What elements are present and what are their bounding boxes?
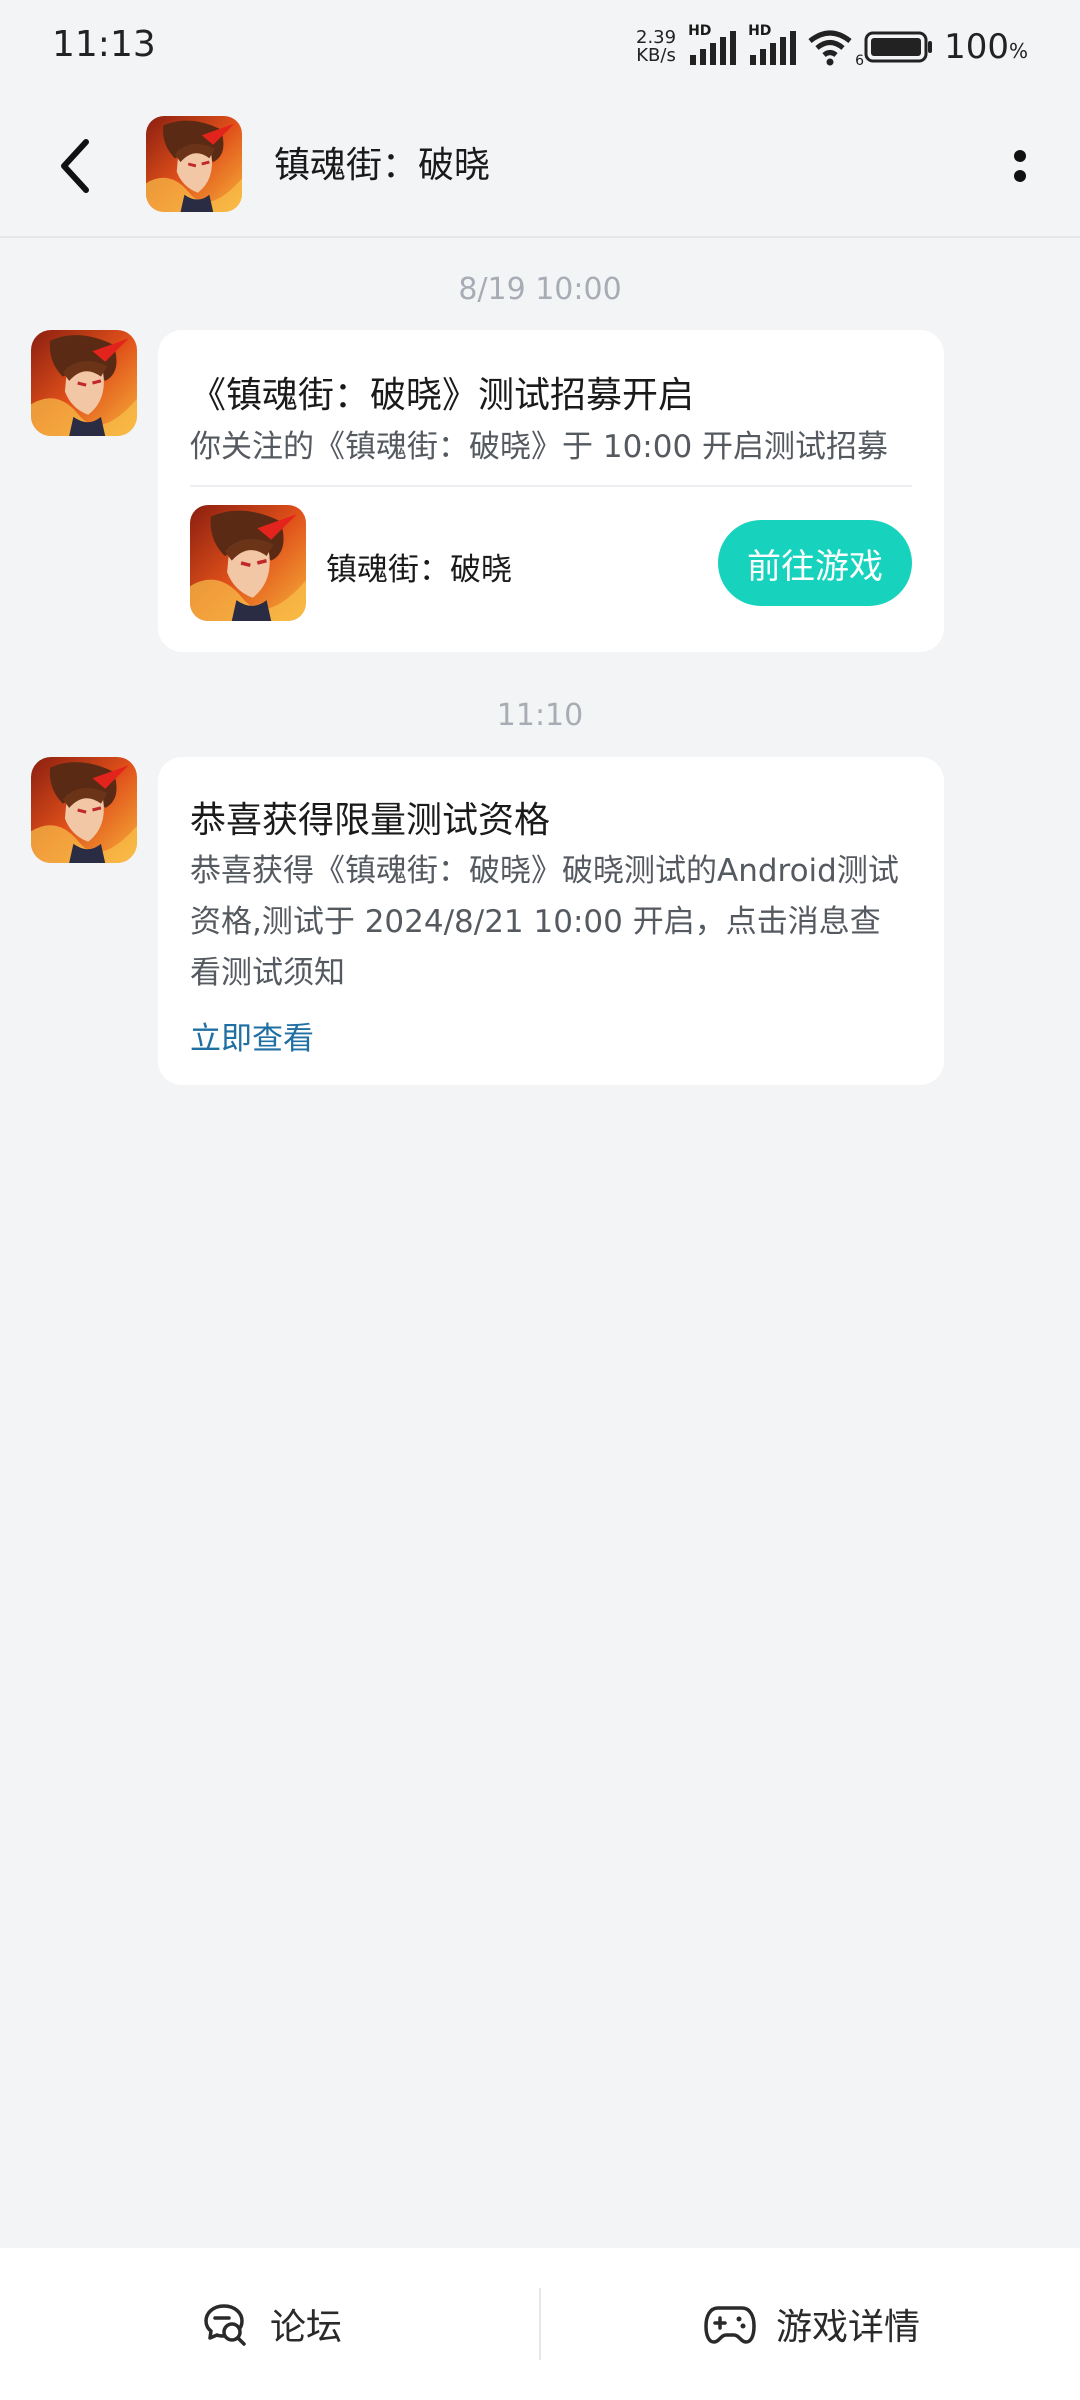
wifi-label: 6 — [855, 53, 865, 69]
header-game-avatar[interactable] — [146, 116, 242, 212]
signal-label-1: HD — [688, 23, 712, 39]
message-card[interactable]: 《镇魂街：破晓》测试招募开启 你关注的《镇魂街：破晓》于 10:00 开启测试招… — [158, 330, 944, 652]
bottom-divider — [539, 2288, 541, 2360]
battery-percent-unit: % — [1008, 39, 1028, 63]
battery-icon — [864, 29, 934, 65]
go-to-game-button[interactable]: 前往游戏 — [718, 520, 912, 606]
more-vertical-icon — [1014, 150, 1026, 162]
game-name: 镇魂街：破晓 — [326, 552, 512, 588]
message-timestamp: 8/19 10:00 — [458, 272, 622, 307]
network-speed: 2.39 KB/s — [636, 29, 676, 65]
more-options-button[interactable] — [990, 131, 1050, 201]
card-divider — [190, 485, 912, 487]
message-description: 恭喜获得《镇魂街：破晓》破晓测试的Android测试资格,测试于 2024/8/… — [190, 853, 899, 991]
game-avatar-icon — [31, 330, 137, 436]
game-avatar-icon — [31, 757, 137, 863]
status-icons: 2.39 KB/s HD HD 6 100% — [636, 22, 1028, 72]
game-details-tab[interactable]: 游戏详情 — [704, 2248, 920, 2400]
signal-icon-2: HD — [746, 23, 797, 67]
view-now-link[interactable]: 立即查看 — [190, 1013, 314, 1058]
message-title: 《镇魂街：破晓》测试招募开启 — [190, 375, 695, 416]
status-time: 11:13 — [52, 24, 156, 65]
back-button[interactable] — [46, 126, 106, 206]
chat-header: 镇魂街：破晓 — [0, 96, 1080, 238]
battery-percent-value: 100 — [944, 27, 1009, 67]
forum-label: 论坛 — [270, 2307, 343, 2348]
message-card[interactable]: 恭喜获得限量测试资格 恭喜获得《镇魂街：破晓》破晓测试的Android测试资格,… — [158, 757, 944, 1085]
sender-avatar[interactable] — [31, 757, 137, 863]
message-title: 恭喜获得限量测试资格 — [190, 800, 551, 841]
network-speed-unit: KB/s — [636, 45, 676, 66]
back-arrow-icon — [61, 139, 89, 193]
status-bar: 11:13 2.39 KB/s HD HD 6 100% — [0, 0, 1080, 96]
forum-chat-icon — [204, 2304, 246, 2346]
signal-icon-1: HD — [686, 23, 737, 67]
game-avatar-icon — [146, 116, 242, 212]
forum-tab[interactable]: 论坛 — [202, 2248, 342, 2400]
game-details-label: 游戏详情 — [776, 2307, 921, 2348]
battery-percent: 100% — [944, 27, 1028, 67]
page-title: 镇魂街：破晓 — [274, 145, 491, 186]
signal-label-2: HD — [748, 23, 772, 39]
game-avatar-icon — [190, 505, 306, 621]
game-icon[interactable] — [190, 505, 306, 621]
message-timestamp: 11:10 — [496, 698, 584, 733]
gamepad-icon — [704, 2306, 756, 2344]
wifi-icon: 6 — [806, 27, 864, 69]
message-description: 你关注的《镇魂街：破晓》于 10:00 开启测试招募 — [190, 429, 889, 465]
bottom-navigation: 论坛 游戏详情 — [0, 2248, 1080, 2400]
sender-avatar[interactable] — [31, 330, 137, 436]
